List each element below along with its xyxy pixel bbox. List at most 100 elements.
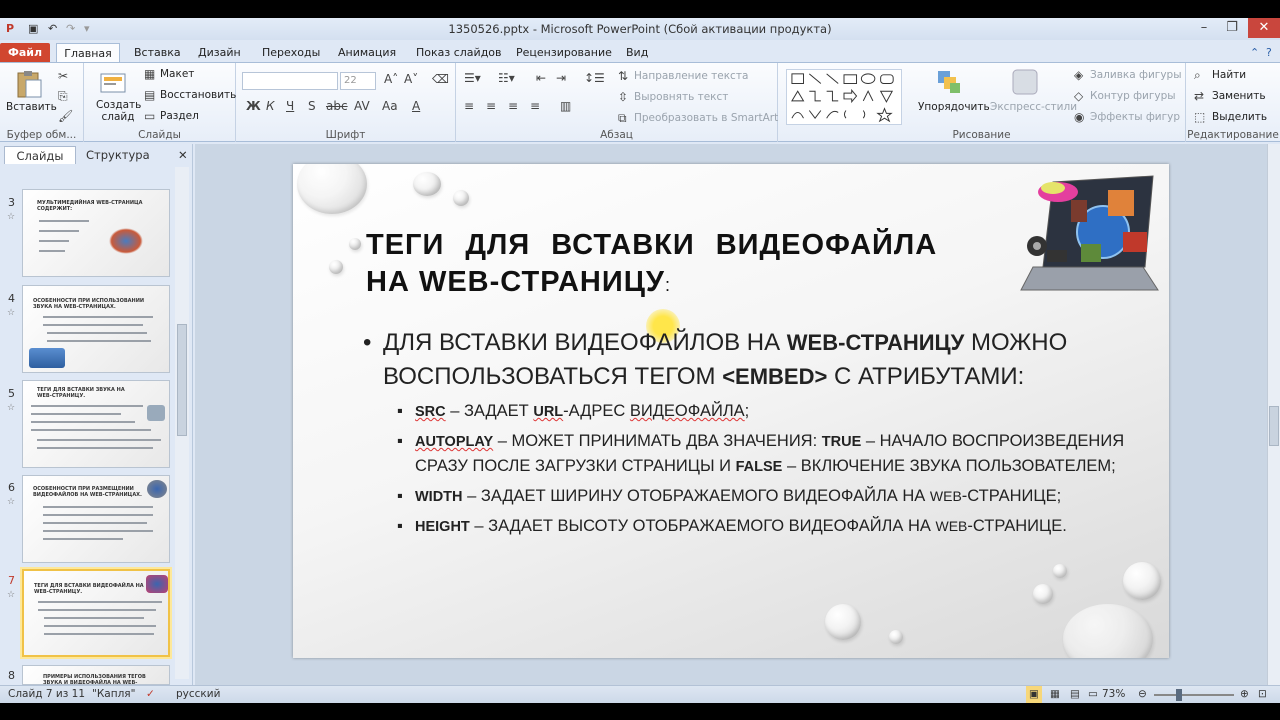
align-text-button[interactable]: Выровнять текст xyxy=(634,91,728,103)
normal-view-icon[interactable]: ▣ xyxy=(1026,686,1042,703)
align-left-icon[interactable]: ≡ xyxy=(464,99,474,113)
select-button[interactable]: Выделить xyxy=(1212,111,1267,123)
slide-thumbnail[interactable]: ТЕГИ ДЛЯ ВСТАВКИ ЗВУКА НА WEB-СТРАНИЦУ. xyxy=(22,380,170,468)
font-size-combo[interactable]: 22 xyxy=(340,72,376,90)
zoom-out-icon[interactable]: ⊖ xyxy=(1138,686,1147,703)
restore-icon[interactable]: ❐ xyxy=(1218,18,1246,38)
attr-keyword: TRUE xyxy=(821,434,862,450)
attr-text: ВИДЕОФАЙЛА xyxy=(629,402,745,420)
minimize-icon[interactable]: – xyxy=(1190,18,1218,38)
char-spacing-icon[interactable]: AV xyxy=(354,99,370,113)
tab-slides[interactable]: Слайды xyxy=(4,146,76,164)
text-direction-icon: ⇅ xyxy=(618,69,629,83)
spellcheck-icon[interactable]: ✓ xyxy=(146,686,155,703)
justify-icon[interactable]: ≡ xyxy=(530,99,540,113)
align-center-icon[interactable]: ≡ xyxy=(486,99,496,113)
strikethrough-icon[interactable]: abc xyxy=(326,99,348,113)
slide-thumbnail[interactable]: ОСОБЕННОСТИ ПРИ ИСПОЛЬЗОВАНИИ ЗВУКА НА W… xyxy=(22,285,170,373)
tab-file[interactable]: Файл xyxy=(0,43,50,62)
line-spacing-icon[interactable]: ↕☰ xyxy=(584,71,605,85)
animation-star-icon: ☆ xyxy=(7,590,16,600)
numbering-icon[interactable]: ☷▾ xyxy=(498,71,515,85)
water-drop xyxy=(1053,564,1067,578)
paste-button[interactable]: Вставить xyxy=(6,101,57,113)
reading-view-icon[interactable]: ▤ xyxy=(1070,686,1080,703)
slide-thumbnail[interactable]: ПРИМЕРЫ ИСПОЛЬЗОВАНИЯ ТЕГОВ ЗВУКА И ВИДЕ… xyxy=(22,665,170,685)
italic-icon[interactable]: К xyxy=(266,99,275,113)
decrease-indent-icon[interactable]: ⇤ xyxy=(536,71,546,85)
shape-effects-button[interactable]: Эффекты фигур xyxy=(1090,111,1180,123)
smartart-button[interactable]: Преобразовать в SmartArt xyxy=(634,112,778,124)
zoom-slider[interactable] xyxy=(1154,694,1234,696)
new-slide-button[interactable]: Создать слайд xyxy=(96,99,141,123)
slide-thumbnail[interactable]: МУЛЬТИМЕДИЙНАЯ WEB-СТРАНИЦА СОДЕРЖИТ: xyxy=(22,189,170,277)
tab-design[interactable]: Дизайн xyxy=(198,43,241,62)
tab-home[interactable]: Главная xyxy=(56,43,120,62)
tab-transitions[interactable]: Переходы xyxy=(262,43,320,62)
shape-outline-button[interactable]: Контур фигуры xyxy=(1090,90,1176,102)
paste-icon[interactable] xyxy=(14,69,44,99)
slide-canvas[interactable]: ТЕГИ ДЛЯ ВСТАВКИ ВИДЕОФАЙЛА НА WEB-СТРАН… xyxy=(293,164,1169,658)
slide-body[interactable]: ДЛЯ ВСТАВКИ ВИДЕОФАЙЛОВ НА WEB-СТРАНИЦУ … xyxy=(363,326,1143,539)
close-panel-icon[interactable]: ✕ xyxy=(170,146,196,164)
slide-counter: Слайд 7 из 11 xyxy=(8,688,86,700)
editor-scrollbar[interactable] xyxy=(1267,144,1280,685)
shape-fill-button[interactable]: Заливка фигуры xyxy=(1090,69,1182,81)
slide-title[interactable]: ТЕГИ ДЛЯ ВСТАВКИ ВИДЕОФАЙЛА НА WEB-СТРАН… xyxy=(366,227,986,304)
theme-name[interactable]: "Капля" xyxy=(92,686,135,703)
shape-outline-icon: ◇ xyxy=(1074,89,1084,103)
editor-scroll-thumb[interactable] xyxy=(1269,406,1279,446)
close-icon[interactable]: ✕ xyxy=(1248,18,1280,38)
clear-format-icon[interactable]: ⌫ xyxy=(432,72,449,86)
section-icon: ▭ xyxy=(144,109,156,123)
language[interactable]: русский xyxy=(176,686,220,703)
tab-slideshow[interactable]: Показ слайдов xyxy=(416,43,502,62)
slides-group: Создать слайд ▦ Макет ▤ Восстановить ▭ Р… xyxy=(84,63,236,142)
thumbnails-scroll-thumb[interactable] xyxy=(177,324,187,436)
slideshow-icon[interactable]: ▭ xyxy=(1088,686,1098,703)
change-case-icon[interactable]: Aa xyxy=(382,99,398,113)
bold-icon[interactable]: Ж xyxy=(246,99,261,113)
layout-button[interactable]: Макет xyxy=(160,68,194,80)
find-button[interactable]: Найти xyxy=(1212,69,1246,81)
tab-view[interactable]: Вид xyxy=(626,43,648,62)
arrange-button[interactable]: Упорядочить xyxy=(918,101,990,113)
tab-review[interactable]: Рецензирование xyxy=(516,43,612,62)
zoom-level[interactable]: 73% xyxy=(1102,686,1125,703)
slide-thumbnail[interactable]: ОСОБЕННОСТИ ПРИ РАЗМЕЩЕНИИ ВИДЕОФАЙЛОВ Н… xyxy=(22,475,170,563)
underline-icon[interactable]: Ч xyxy=(286,99,294,113)
shadow-icon[interactable]: S xyxy=(308,99,316,113)
reset-button[interactable]: Восстановить xyxy=(160,89,236,101)
collapse-ribbon-icon[interactable]: ⌃ xyxy=(1250,43,1259,62)
slide-sorter-icon[interactable]: ▦ xyxy=(1050,686,1060,703)
copy-icon[interactable]: ⎘ xyxy=(58,89,68,104)
align-right-icon[interactable]: ≡ xyxy=(508,99,518,113)
quick-styles-button[interactable]: Экспресс-стили xyxy=(990,101,1077,113)
cut-icon[interactable]: ✂ xyxy=(58,69,68,83)
slide-thumbnail-selected[interactable]: ТЕГИ ДЛЯ ВСТАВКИ ВИДЕОФАЙЛА НА WEB-СТРАН… xyxy=(22,569,170,657)
attr-text: -АДРЕС xyxy=(563,402,630,420)
section-button[interactable]: Раздел xyxy=(160,110,199,122)
text-direction-button[interactable]: Направление текста xyxy=(634,70,748,82)
new-slide-icon[interactable] xyxy=(98,69,128,99)
increase-indent-icon[interactable]: ⇥ xyxy=(556,71,566,85)
font-name-combo[interactable] xyxy=(242,72,338,90)
shapes-gallery[interactable] xyxy=(786,69,902,125)
grow-font-icon[interactable]: A˄ xyxy=(384,72,398,86)
attr-keyword: SRC xyxy=(415,404,446,420)
fit-to-window-icon[interactable]: ⊡ xyxy=(1258,686,1267,703)
tab-animation[interactable]: Анимация xyxy=(338,43,396,62)
tab-outline[interactable]: Структура xyxy=(78,146,158,164)
replace-button[interactable]: Заменить xyxy=(1212,90,1266,102)
thumb-number: 6 xyxy=(8,481,15,494)
bullets-icon[interactable]: ☰▾ xyxy=(464,71,481,85)
shrink-font-icon[interactable]: A˅ xyxy=(404,72,418,86)
bullet-text: ДЛЯ ВСТАВКИ ВИДЕОФАЙЛОВ НА xyxy=(383,329,787,356)
font-color-icon[interactable]: A xyxy=(412,99,420,113)
columns-icon[interactable]: ▥ xyxy=(560,99,571,113)
help-icon[interactable]: ? xyxy=(1266,43,1272,62)
format-painter-icon[interactable]: 🖌 xyxy=(58,109,73,123)
zoom-slider-thumb[interactable] xyxy=(1176,689,1182,701)
tab-insert[interactable]: Вставка xyxy=(134,43,181,62)
zoom-in-icon[interactable]: ⊕ xyxy=(1240,686,1249,703)
